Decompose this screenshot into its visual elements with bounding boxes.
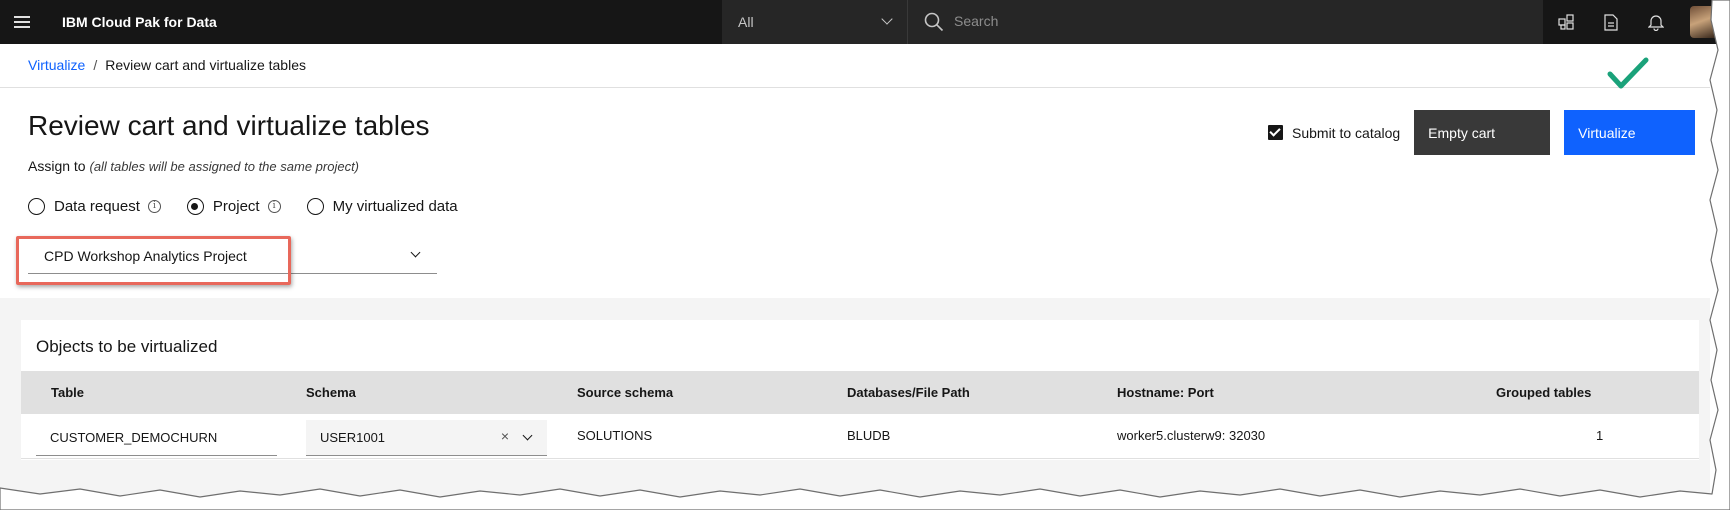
objects-card: Objects to be virtualized Table Schema S… bbox=[21, 320, 1699, 460]
action-bar: Submit to catalog Empty cart Virtualize bbox=[1268, 110, 1696, 155]
apps-icon[interactable] bbox=[1543, 0, 1588, 44]
checkmark-icon bbox=[1607, 57, 1649, 89]
table-header: Table Schema Source schema Databases/Fil… bbox=[21, 371, 1699, 414]
source-schema-cell: SOLUTIONS bbox=[577, 428, 653, 443]
column-header[interactable]: Databases/File Path bbox=[847, 385, 970, 400]
avatar[interactable] bbox=[1690, 6, 1720, 38]
schema-select[interactable]: USER1001 × bbox=[306, 420, 547, 456]
radio-project[interactable]: Project i bbox=[186, 198, 281, 215]
breadcrumb-link-virtualize[interactable]: Virtualize bbox=[28, 57, 85, 73]
radio-data-request[interactable]: Data request i bbox=[28, 198, 161, 215]
assign-label: Assign to (all tables will be assigned t… bbox=[28, 158, 359, 174]
app-title[interactable]: IBM Cloud Pak for Data bbox=[62, 14, 217, 30]
table-name-input[interactable]: CUSTOMER_DEMOCHURN bbox=[36, 420, 277, 456]
notification-icon[interactable] bbox=[1633, 0, 1678, 44]
radio-button[interactable] bbox=[306, 198, 324, 215]
breadcrumb: Virtualize / Review cart and virtualize … bbox=[28, 57, 306, 73]
column-header[interactable]: Table bbox=[51, 385, 84, 400]
highlight-annotation bbox=[16, 236, 291, 285]
assign-to-text: Assign to bbox=[28, 158, 86, 174]
submit-to-catalog-checkbox[interactable]: Submit to catalog bbox=[1268, 125, 1400, 141]
menu-icon[interactable] bbox=[0, 0, 44, 44]
column-header[interactable]: Schema bbox=[306, 385, 356, 400]
assign-radio-group: Data request i Project i My virtualized … bbox=[28, 198, 484, 215]
hostname-port-cell: worker5.clusterw9: 32030 bbox=[1117, 428, 1266, 443]
chevron-down-icon[interactable] bbox=[522, 430, 533, 441]
divider bbox=[0, 87, 1710, 88]
radio-my-virtualized-data[interactable]: My virtualized data bbox=[306, 198, 458, 215]
info-icon[interactable]: i bbox=[147, 200, 161, 213]
radio-label: My virtualized data bbox=[332, 198, 458, 215]
objects-title: Objects to be virtualized bbox=[36, 337, 218, 356]
virtualize-button[interactable]: Virtualize bbox=[1564, 110, 1696, 155]
grouped-tables-cell: 1 bbox=[1596, 428, 1604, 443]
clear-icon[interactable]: × bbox=[501, 428, 509, 444]
radio-button[interactable] bbox=[186, 198, 204, 215]
empty-cart-button[interactable]: Empty cart bbox=[1414, 110, 1551, 155]
search-scope-select[interactable]: All bbox=[722, 0, 907, 44]
breadcrumb-separator: / bbox=[93, 57, 98, 73]
breadcrumb-current: Review cart and virtualize tables bbox=[105, 57, 306, 73]
checkbox-label: Submit to catalog bbox=[1292, 124, 1401, 141]
radio-button[interactable] bbox=[28, 198, 45, 215]
search-bar[interactable]: Search bbox=[907, 0, 1543, 44]
table-name-value: CUSTOMER_DEMOCHURN bbox=[50, 430, 218, 445]
database-cell: BLUDB bbox=[847, 428, 891, 443]
objects-section: Objects to be virtualized Table Schema S… bbox=[0, 298, 1710, 510]
top-nav-bar: IBM Cloud Pak for Data All Search bbox=[0, 0, 1730, 44]
table-row[interactable]: CUSTOMER_DEMOCHURN USER1001 × SOLUTIONS … bbox=[21, 414, 1699, 459]
assign-note: (all tables will be assigned to the same… bbox=[89, 159, 360, 174]
column-header[interactable]: Source schema bbox=[577, 385, 673, 400]
search-scope-value: All bbox=[738, 14, 754, 30]
chevron-down-icon bbox=[410, 247, 421, 258]
checkbox-checked[interactable] bbox=[1268, 125, 1283, 140]
document-icon[interactable] bbox=[1588, 0, 1633, 44]
radio-label: Data request bbox=[54, 198, 140, 215]
search-input[interactable]: Search bbox=[954, 13, 998, 29]
info-icon[interactable]: i bbox=[267, 200, 281, 213]
radio-label: Project bbox=[212, 198, 260, 215]
search-icon bbox=[924, 12, 944, 32]
column-header[interactable]: Hostname: Port bbox=[1117, 385, 1214, 400]
schema-value: USER1001 bbox=[320, 430, 386, 445]
column-header[interactable]: Grouped tables bbox=[1496, 385, 1591, 400]
page-title: Review cart and virtualize tables bbox=[28, 110, 430, 141]
chevron-down-icon bbox=[881, 13, 893, 25]
